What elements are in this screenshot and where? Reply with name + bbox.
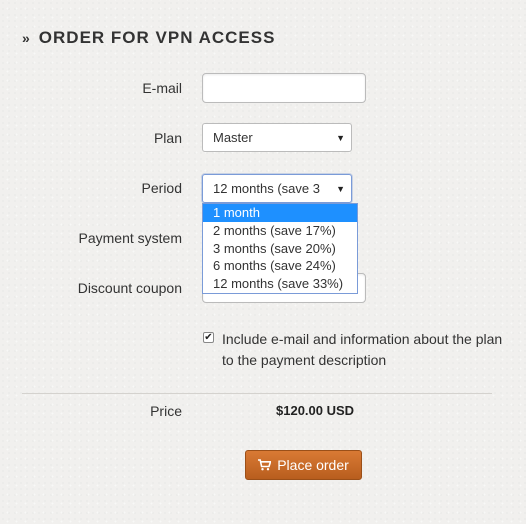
payment-system-label: Payment system (78, 230, 182, 246)
period-option[interactable]: 6 months (save 24%) (203, 257, 357, 275)
double-chevron-right-icon: » (22, 30, 31, 46)
plan-select[interactable]: Master ▼ (202, 123, 352, 152)
price-value: $120.00 USD (276, 403, 355, 418)
page-title-text: ORDER FOR VPN ACCESS (38, 28, 276, 47)
cart-icon (258, 459, 272, 471)
plan-label: Plan (153, 130, 182, 146)
period-label: Period (141, 180, 182, 196)
dropdown-arrow-icon: ▼ (336, 183, 345, 194)
period-dropdown-list: 1 month 2 months (save 17%) 3 months (sa… (202, 203, 358, 294)
period-option[interactable]: 3 months (save 20%) (203, 240, 357, 258)
email-label: E-mail (142, 80, 182, 96)
period-option[interactable]: 12 months (save 33%) (203, 275, 357, 293)
period-select[interactable]: 12 months (save 3 ▼ (202, 174, 352, 203)
price-label: Price (150, 403, 182, 419)
divider (22, 393, 492, 394)
period-option[interactable]: 2 months (save 17%) (203, 222, 357, 240)
discount-coupon-label: Discount coupon (77, 280, 182, 296)
plan-select-value: Master (213, 130, 253, 145)
period-option[interactable]: 1 month (203, 204, 357, 222)
dropdown-arrow-icon: ▼ (336, 132, 345, 143)
period-select-value: 12 months (save 3 (213, 181, 320, 196)
page-title: » ORDER FOR VPN ACCESS (22, 28, 275, 48)
include-info-label: Include e-mail and information about the… (222, 331, 503, 368)
email-field[interactable] (202, 73, 366, 103)
checkmark-icon: ✔ (204, 332, 213, 343)
place-order-label: Place order (277, 457, 349, 473)
include-info-checkbox[interactable]: ✔ (203, 332, 214, 343)
place-order-button[interactable]: Place order (245, 450, 362, 480)
